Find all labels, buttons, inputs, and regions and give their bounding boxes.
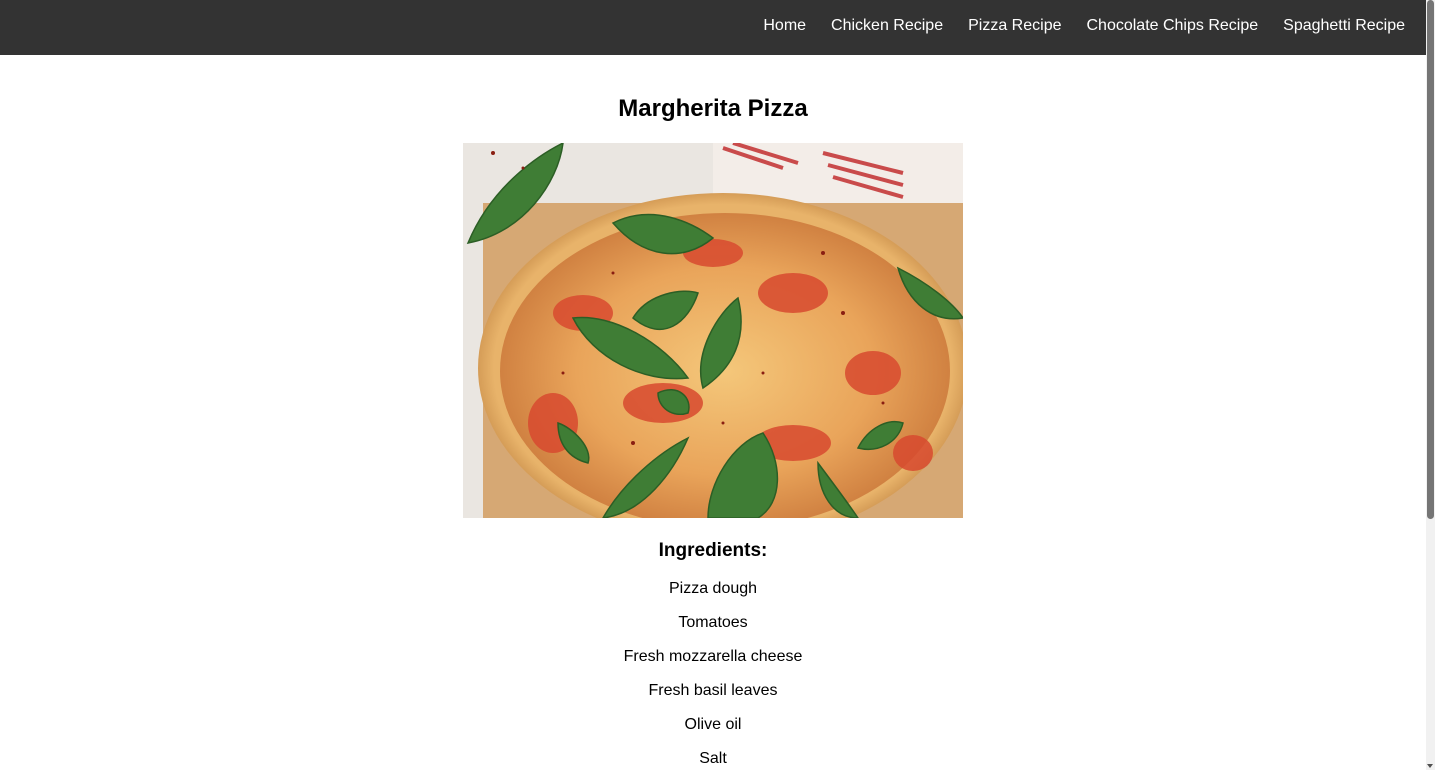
scroll-down-arrow-icon[interactable] [1427, 764, 1433, 768]
nav-links: Home Chicken Recipe Pizza Recipe Chocola… [738, 0, 1405, 51]
ingredients-list: Pizza dough Tomatoes Fresh mozzarella ch… [0, 579, 1426, 783]
ingredient-item: Fresh basil leaves [648, 682, 778, 699]
nav-link-chocolate-chips-recipe[interactable]: Chocolate Chips Recipe [1086, 17, 1258, 35]
ingredient-item: Fresh mozzarella cheese [623, 648, 803, 665]
top-navbar: Home Chicken Recipe Pizza Recipe Chocola… [0, 0, 1426, 55]
nav-link-chicken-recipe[interactable]: Chicken Recipe [831, 17, 943, 35]
vertical-scrollbar[interactable] [1426, 0, 1435, 770]
recipe-title: Margherita Pizza [618, 95, 808, 122]
pizza-image [463, 143, 963, 518]
ingredient-item: Olive oil [684, 716, 742, 733]
ingredient-item: Salt [699, 750, 727, 767]
nav-link-home[interactable]: Home [763, 17, 806, 35]
nav-link-pizza-recipe[interactable]: Pizza Recipe [968, 17, 1061, 35]
ingredients-heading: Ingredients: [658, 540, 768, 561]
ingredient-item: Pizza dough [668, 580, 758, 597]
pizza-photo-icon [463, 143, 963, 518]
scrollbar-thumb[interactable] [1427, 0, 1434, 519]
nav-link-spaghetti-recipe[interactable]: Spaghetti Recipe [1283, 17, 1405, 35]
ingredient-item: Tomatoes [678, 614, 748, 631]
